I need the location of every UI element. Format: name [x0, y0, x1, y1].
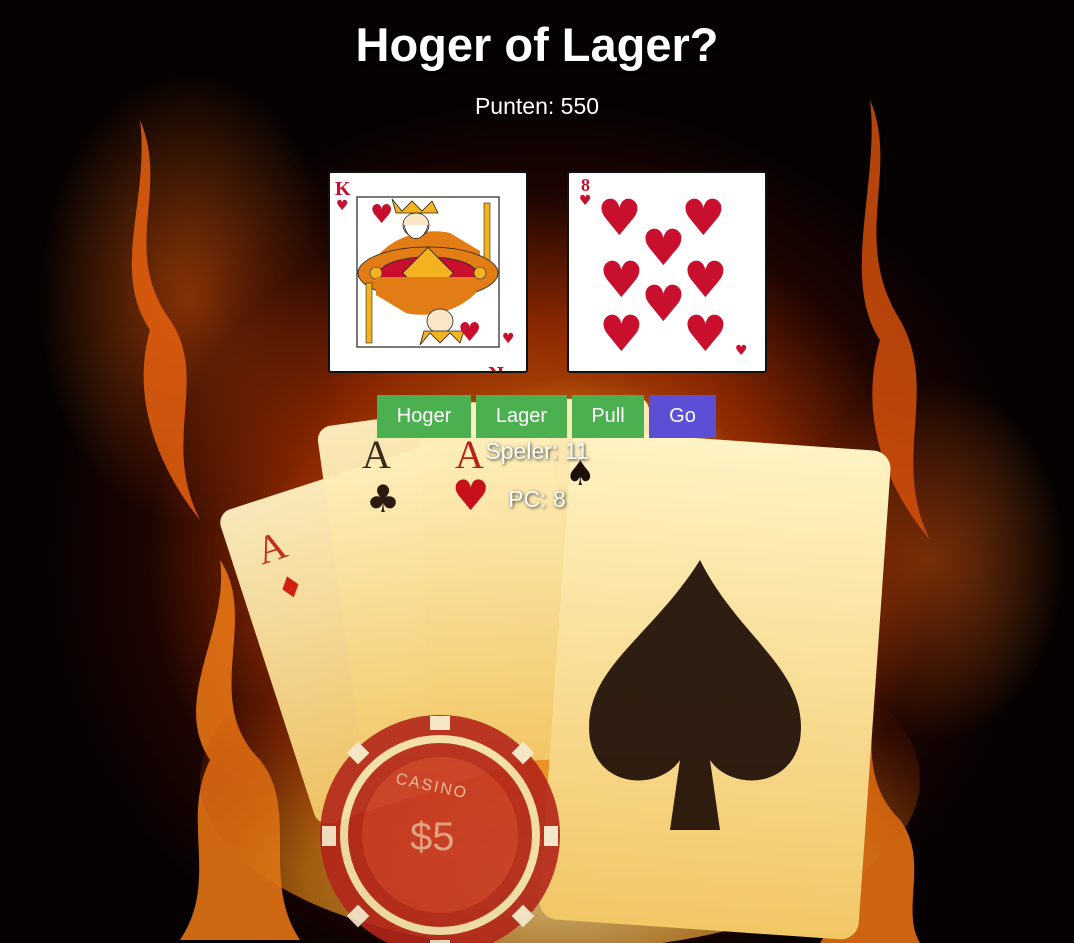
svg-text:♥: ♥	[502, 331, 515, 347]
card-rank-bottom-right: K	[488, 362, 504, 371]
svg-text:♥: ♥	[599, 251, 644, 309]
pc-score: PC: 8	[508, 486, 566, 512]
eight-of-hearts-card-face: 8 ♥ ♥ ♥ ♥ ♥ ♥ ♥ ♥ ♥ ♥ 8	[579, 175, 748, 363]
player-score: Speler: 11	[485, 438, 589, 464]
svg-text:♥: ♥	[641, 275, 686, 333]
svg-text:♥: ♥	[641, 219, 686, 277]
svg-text:♥: ♥	[681, 189, 726, 247]
svg-text:A: A	[251, 522, 292, 574]
svg-text:♥: ♥	[735, 343, 748, 359]
score-display: Punten: 550	[474, 93, 600, 119]
svg-text:♥: ♥	[370, 200, 393, 230]
svg-text:♥: ♥	[336, 198, 349, 214]
action-buttons: Hoger Lager Pull Go	[377, 395, 716, 438]
svg-text:♦: ♦	[273, 567, 309, 609]
svg-text:♥: ♥	[579, 193, 592, 209]
lager-button[interactable]: Lager	[476, 395, 567, 438]
svg-text:♥: ♥	[683, 251, 728, 309]
svg-text:♥: ♥	[458, 318, 481, 348]
hoger-button[interactable]: Hoger	[377, 395, 471, 438]
card-rank-top-left: K	[335, 178, 351, 200]
card-rank-top-left: 8	[581, 175, 590, 195]
flaming-cards-background: A ♣ A ♥ A ♦ ♠	[131, 100, 930, 943]
current-card-king-of-hearts: K ♥ ♥ ♥ ♥ K	[328, 171, 528, 373]
svg-text:♥: ♥	[597, 189, 642, 247]
pull-button[interactable]: Pull	[572, 395, 644, 438]
svg-text:♥: ♥	[683, 305, 728, 363]
next-card-eight-of-hearts: 8 ♥ ♥ ♥ ♥ ♥ ♥ ♥ ♥ ♥ ♥ 8	[567, 171, 767, 373]
king-of-hearts-card-face: K ♥ ♥ ♥ ♥ K	[335, 178, 515, 371]
chip-label: CASINO	[394, 770, 470, 803]
go-button[interactable]: Go	[649, 395, 716, 438]
page-title: Hoger of Lager?	[355, 18, 719, 71]
svg-text:♥: ♥	[599, 305, 644, 363]
chip-value: $5	[410, 815, 455, 859]
heart-pips: ♥ ♥ ♥ ♥ ♥ ♥ ♥ ♥	[597, 189, 728, 363]
